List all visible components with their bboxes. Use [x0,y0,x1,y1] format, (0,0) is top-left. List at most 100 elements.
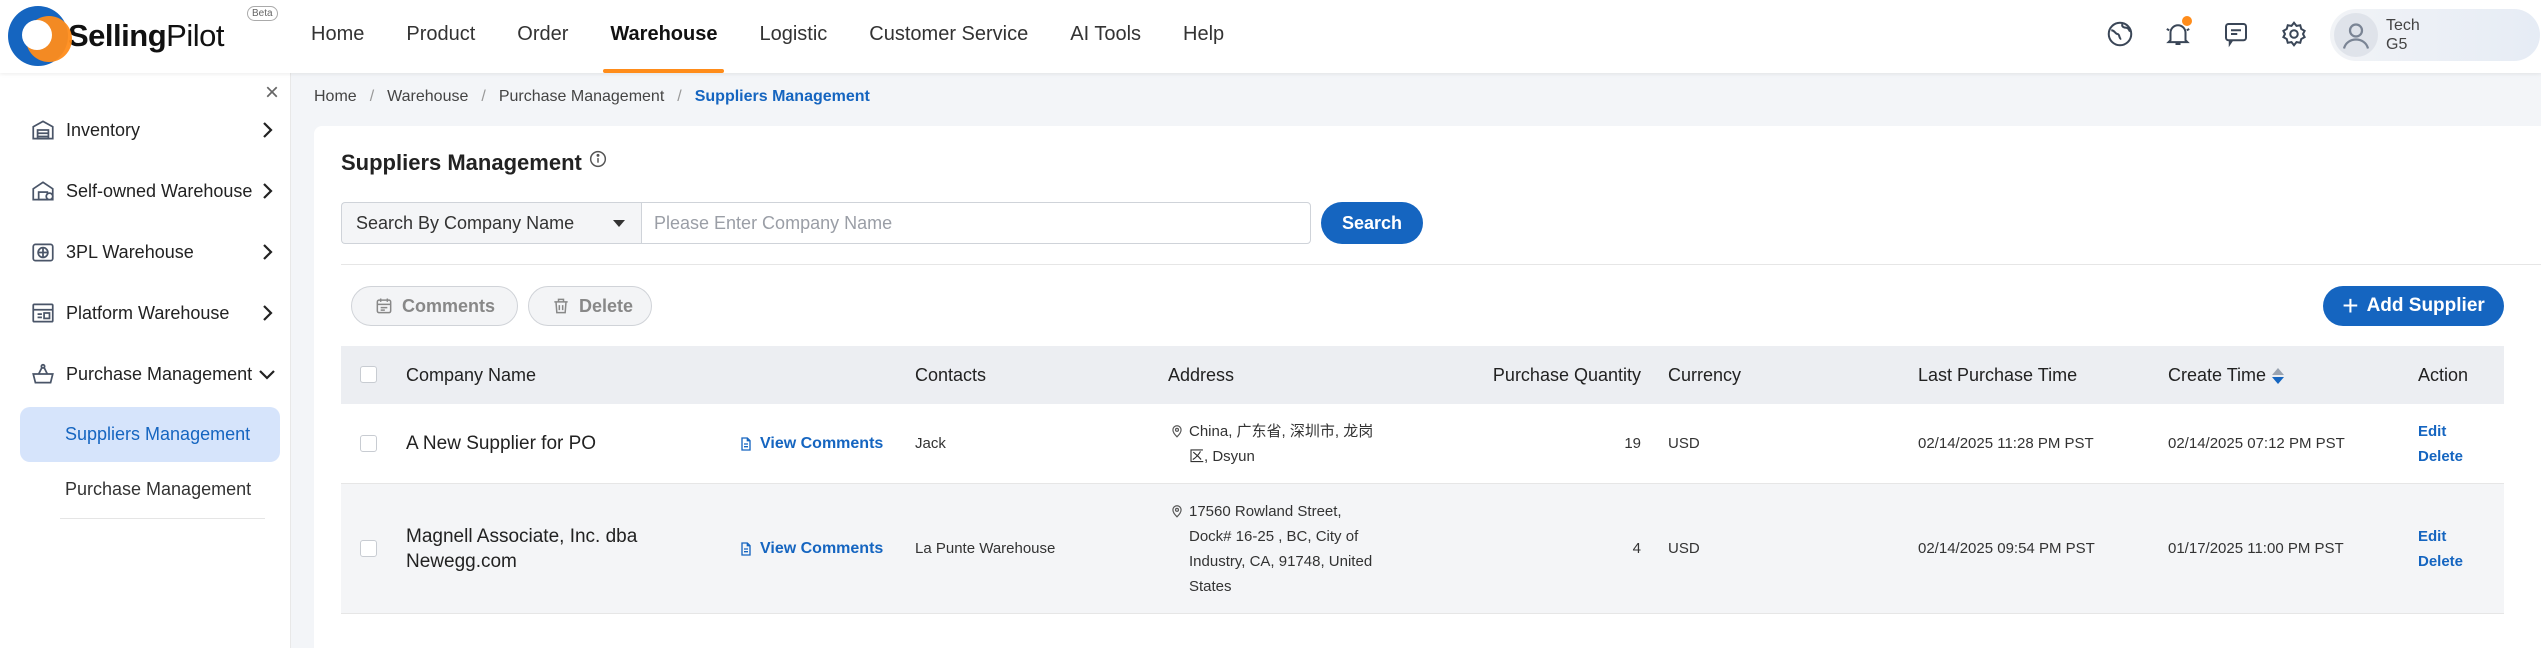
search-type-select[interactable]: Search By Company Name [341,202,641,244]
last-purchase-time: 02/14/2025 09:54 PM PST [1918,540,2095,557]
brand-logo[interactable]: SellingPilot [8,6,224,66]
header-create-time[interactable]: Create Time [2168,346,2285,404]
purchase-quantity: 19 [1624,435,1641,452]
edit-link[interactable]: Edit [2418,419,2446,444]
contacts: La Punte Warehouse [915,540,1056,557]
company-name: Magnell Associate, Inc. dba Newegg.com [406,526,638,572]
table-row: Magnell Associate, Inc. dba Newegg.com V… [341,484,2504,614]
last-purchase-time: 02/14/2025 11:28 PM PST [1918,435,2094,452]
sidebar-item-label: Platform Warehouse [66,302,230,323]
document-icon [741,437,751,451]
divider [341,264,2541,265]
header-company: Company Name [406,365,537,385]
brand-name: SellingPilot [68,18,224,53]
caret-down-icon [613,220,625,227]
nav-ai-tools[interactable]: AI Tools [1049,0,1162,73]
beta-badge: Beta [247,6,278,21]
comments-button[interactable]: Comments [351,286,518,326]
sidebar-subitem-purchase-management[interactable]: Purchase Management [20,462,280,517]
currency: USD [1668,540,1700,557]
view-comments-link[interactable]: View Comments [738,435,883,453]
nav-product[interactable]: Product [385,0,496,73]
chat-icon[interactable] [2216,14,2256,54]
nav-home[interactable]: Home [290,0,385,73]
top-icons [2100,14,2314,54]
calendar-icon [376,298,392,314]
add-supplier-button[interactable]: + Add Supplier [2323,286,2504,326]
sidebar-item-inventory[interactable]: Inventory [0,101,291,159]
nav-order[interactable]: Order [496,0,589,73]
plus-icon: + [2342,290,2359,321]
sidebar: × Inventory Self-owned Warehouse 3PL War… [0,73,291,648]
currency: USD [1668,435,1700,452]
purchase-icon [30,361,56,387]
sidebar-item-platform-warehouse[interactable]: Platform Warehouse [0,284,291,342]
chevron-right-icon [263,122,273,138]
create-time: 01/17/2025 11:00 PM PST [2168,540,2344,557]
chevron-right-icon [263,305,273,321]
platform-icon [30,300,56,326]
document-icon [741,542,751,556]
header-contacts: Contacts [915,365,987,385]
sidebar-subitem-suppliers-management[interactable]: Suppliers Management [20,407,280,462]
address: China, 广东省, 深圳市, 龙岗 区, Dsyun [1170,419,1380,469]
create-time: 02/14/2025 07:12 PM PST [2168,435,2345,452]
gear-icon[interactable] [2274,14,2314,54]
header-last-purchase: Last Purchase Time [1918,365,2078,385]
header-address: Address [1168,365,1235,385]
select-all-checkbox[interactable] [360,366,377,383]
sidebar-item-3pl-warehouse[interactable]: 3PL Warehouse [0,223,291,281]
delete-link[interactable]: Delete [2418,444,2463,469]
table-header: Company Name Contacts Address Purchase Q… [341,346,2504,404]
trash-icon [554,298,568,314]
delete-button[interactable]: Delete [528,286,652,326]
nav-warehouse[interactable]: Warehouse [589,0,738,73]
globe-icon[interactable] [2100,14,2140,54]
header-quantity: Purchase Quantity [1492,365,1641,385]
divider [60,518,265,519]
search-input[interactable] [641,202,1311,244]
logo-icon [8,6,80,66]
header-action: Action [2418,365,2469,385]
sidebar-item-label: Inventory [66,119,141,140]
chevron-right-icon [263,244,273,260]
sidebar-item-self-owned-warehouse[interactable]: Self-owned Warehouse [0,162,291,220]
sidebar-item-label: Self-owned Warehouse [66,180,253,201]
globe-box-icon [30,239,56,265]
main-nav: Home Product Order Warehouse Logistic Cu… [290,0,1245,73]
nav-logistic[interactable]: Logistic [738,0,848,73]
row-checkbox[interactable] [360,435,377,452]
info-icon[interactable] [587,148,609,170]
row-checkbox[interactable] [360,540,377,557]
edit-link[interactable]: Edit [2418,524,2446,549]
user-menu[interactable]: Tech G5 [2330,9,2540,61]
sidebar-item-label: 3PL Warehouse [66,241,194,262]
avatar [2334,13,2378,57]
view-comments-link[interactable]: View Comments [738,540,883,558]
nav-help[interactable]: Help [1162,0,1245,73]
sidebar-item-label: Purchase Management [66,363,253,384]
delete-link[interactable]: Delete [2418,549,2463,574]
bell-icon[interactable] [2158,14,2198,54]
table-row: A New Supplier for PO View Comments Jack… [341,404,2504,484]
breadcrumb-purchase-management[interactable]: Purchase Management [499,88,664,106]
purchase-quantity: 4 [1632,540,1641,557]
breadcrumb: Home / Warehouse / Purchase Management /… [314,88,870,106]
breadcrumb-warehouse[interactable]: Warehouse [387,88,468,106]
chevron-down-icon [259,370,275,380]
notification-dot [2182,16,2192,26]
breadcrumb-home[interactable]: Home [314,88,357,106]
warehouse-icon [30,178,56,204]
sidebar-item-purchase-management[interactable]: Purchase Management [0,345,291,403]
location-pin-icon [1172,425,1182,438]
main-panel: Suppliers Management Search By Company N… [314,126,2541,648]
nav-customer-service[interactable]: Customer Service [848,0,1049,73]
page-title: Suppliers Management [341,150,582,175]
search-button[interactable]: Search [1321,202,1423,244]
header-currency: Currency [1668,365,1742,385]
user-name: Tech G5 [2386,17,2420,53]
address: 17560 Rowland Street, Dock# 16-25 , BC, … [1170,499,1380,599]
top-bar: SellingPilot Beta Home Product Order War… [0,0,2541,73]
sort-icon[interactable] [2272,367,2285,385]
chevron-right-icon [263,183,273,199]
